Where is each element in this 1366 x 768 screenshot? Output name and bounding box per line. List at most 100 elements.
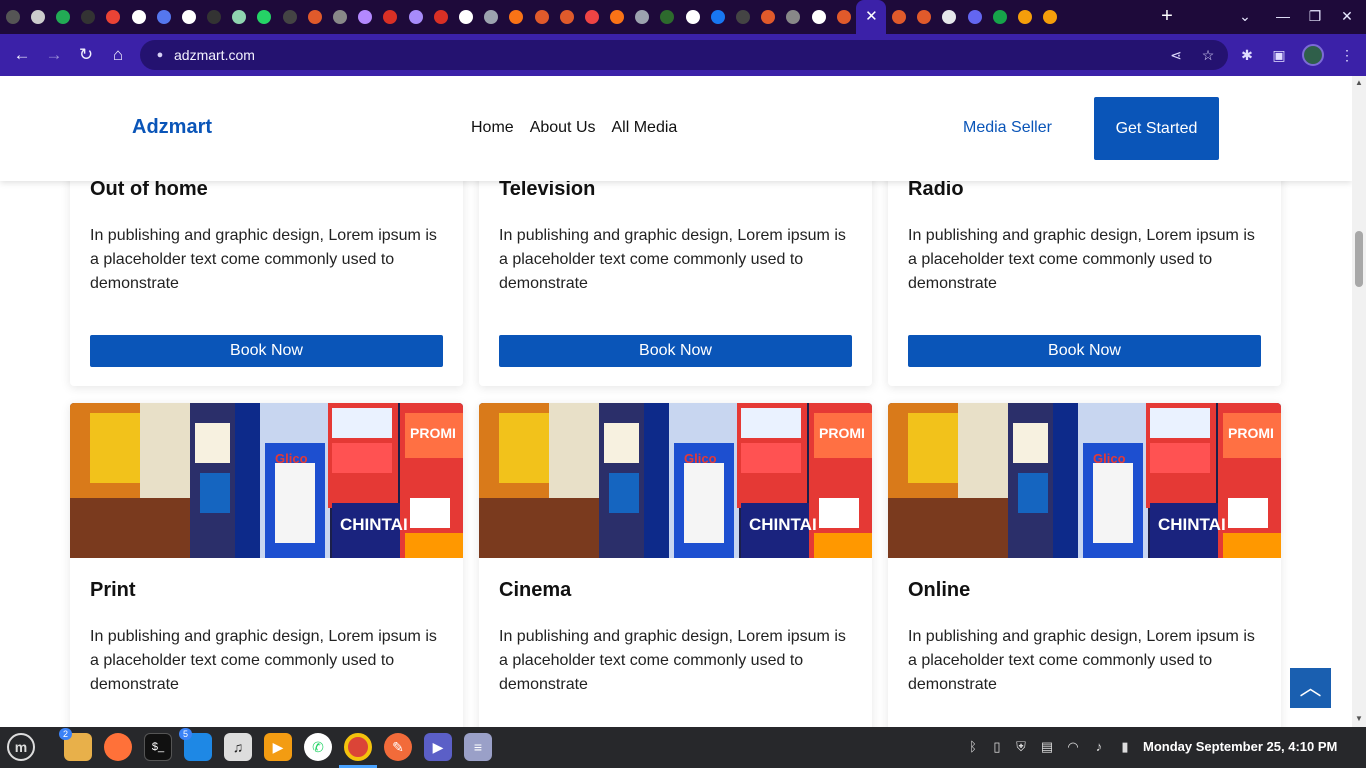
browser-tab[interactable] bbox=[655, 0, 680, 34]
browser-tab[interactable] bbox=[327, 0, 352, 34]
new-tab-button[interactable]: + bbox=[1156, 6, 1178, 28]
browser-tab[interactable] bbox=[962, 0, 987, 34]
bluetooth-icon[interactable]: ᛒ bbox=[965, 739, 981, 755]
site-info-icon[interactable]: ● bbox=[152, 47, 168, 63]
browser-tab[interactable] bbox=[479, 0, 504, 34]
vscode-icon[interactable]: 5 bbox=[179, 728, 212, 761]
browser-tab[interactable] bbox=[579, 0, 604, 34]
profile-avatar[interactable] bbox=[1302, 44, 1324, 66]
back-icon[interactable]: ← bbox=[11, 44, 33, 66]
url-text[interactable]: adzmart.com bbox=[174, 46, 255, 64]
nav-home-link[interactable]: Home bbox=[471, 119, 514, 137]
reload-icon[interactable]: ↻ bbox=[75, 44, 97, 66]
wifi-icon[interactable]: ◠ bbox=[1065, 739, 1081, 755]
browser-tab[interactable] bbox=[25, 0, 50, 34]
book-now-button[interactable]: Book Now bbox=[499, 335, 852, 367]
chrome-icon[interactable] bbox=[344, 733, 372, 761]
browser-tab[interactable] bbox=[705, 0, 730, 34]
browser-tab[interactable] bbox=[886, 0, 911, 34]
tab-favicon-icon bbox=[232, 10, 247, 24]
browser-tab[interactable] bbox=[987, 0, 1012, 34]
browser-tab[interactable] bbox=[227, 0, 252, 34]
files-icon[interactable]: 2 bbox=[59, 728, 92, 761]
music-player-icon[interactable]: ♫ bbox=[224, 733, 252, 761]
close-window-icon[interactable]: ✕ bbox=[1337, 6, 1357, 26]
browser-tab[interactable] bbox=[1038, 0, 1063, 34]
minimize-icon[interactable]: — bbox=[1273, 6, 1293, 26]
battery-icon[interactable]: ▮ bbox=[1117, 739, 1133, 755]
video-app-icon[interactable]: ▶ bbox=[424, 733, 452, 761]
page-scrollbar[interactable]: ▲ ▼ bbox=[1352, 76, 1366, 727]
browser-tab[interactable] bbox=[554, 0, 579, 34]
maximize-icon[interactable]: ❐ bbox=[1305, 6, 1325, 26]
browser-tab[interactable] bbox=[529, 0, 554, 34]
browser-tab[interactable] bbox=[76, 0, 101, 34]
browser-tab[interactable] bbox=[151, 0, 176, 34]
whatsapp-icon[interactable]: ✆ bbox=[304, 733, 332, 761]
clipboard-icon[interactable]: ▯ bbox=[989, 739, 1005, 755]
browser-tab[interactable] bbox=[428, 0, 453, 34]
book-now-button[interactable]: Book Now bbox=[908, 335, 1261, 367]
home-icon[interactable]: ⌂ bbox=[107, 44, 129, 66]
scroll-up-arrow-icon[interactable]: ▲ bbox=[1354, 78, 1364, 88]
site-logo[interactable]: Adzmart bbox=[132, 116, 212, 139]
firefox-icon[interactable] bbox=[104, 733, 132, 761]
browser-tab[interactable] bbox=[756, 0, 781, 34]
browser-tab[interactable] bbox=[378, 0, 403, 34]
browser-tab[interactable] bbox=[277, 0, 302, 34]
browser-tab[interactable] bbox=[630, 0, 655, 34]
browser-tab[interactable] bbox=[680, 0, 705, 34]
extensions-icon[interactable]: ✱ bbox=[1238, 46, 1256, 64]
shield-icon[interactable]: ⛨ bbox=[1013, 739, 1029, 755]
active-tab[interactable]: ✕ bbox=[856, 0, 887, 34]
book-now-button[interactable]: Book Now bbox=[90, 335, 443, 367]
browser-tab[interactable] bbox=[831, 0, 856, 34]
browser-tab[interactable] bbox=[912, 0, 937, 34]
forward-icon[interactable]: → bbox=[43, 44, 65, 66]
media-player-icon[interactable]: ▶ bbox=[264, 733, 292, 761]
address-bar[interactable] bbox=[140, 40, 1228, 70]
browser-tab[interactable] bbox=[806, 0, 831, 34]
nav-all-media-link[interactable]: All Media bbox=[612, 119, 678, 137]
media-seller-link[interactable]: Media Seller bbox=[963, 119, 1052, 137]
billboard-sign-text: Glico bbox=[684, 451, 717, 466]
browser-tab[interactable] bbox=[730, 0, 755, 34]
browser-tab[interactable] bbox=[605, 0, 630, 34]
browser-tab[interactable] bbox=[126, 0, 151, 34]
nav-about-link[interactable]: About Us bbox=[530, 119, 596, 137]
clock[interactable]: Monday September 25, 4:10 PM bbox=[1143, 739, 1337, 754]
browser-tab[interactable] bbox=[353, 0, 378, 34]
sound-icon[interactable]: ♪ bbox=[1091, 739, 1107, 755]
browser-tab[interactable] bbox=[0, 0, 25, 34]
terminal-icon[interactable]: $_ bbox=[144, 733, 172, 761]
browser-tab[interactable] bbox=[302, 0, 327, 34]
browser-tab[interactable] bbox=[403, 0, 428, 34]
get-started-button[interactable]: Get Started bbox=[1094, 97, 1219, 160]
scroll-down-arrow-icon[interactable]: ▼ bbox=[1354, 714, 1364, 724]
bookmark-star-icon[interactable]: ☆ bbox=[1199, 46, 1217, 64]
notes-icon[interactable]: ▤ bbox=[1039, 739, 1055, 755]
tab-favicon-icon bbox=[660, 10, 675, 24]
scroll-to-top-button[interactable]: ︿ bbox=[1290, 668, 1331, 708]
postman-icon[interactable]: ✎ bbox=[384, 733, 412, 761]
browser-tab[interactable] bbox=[252, 0, 277, 34]
tab-favicon-icon bbox=[5, 10, 20, 24]
tab-search-chevron-icon[interactable]: ⌄ bbox=[1235, 6, 1255, 26]
browser-tab[interactable] bbox=[504, 0, 529, 34]
tab-favicon-icon bbox=[891, 10, 906, 24]
scrollbar-thumb[interactable] bbox=[1355, 231, 1363, 287]
browser-tab[interactable] bbox=[50, 0, 75, 34]
side-panel-icon[interactable]: ▣ bbox=[1270, 46, 1288, 64]
browser-tab[interactable] bbox=[101, 0, 126, 34]
browser-menu-icon[interactable]: ⋮ bbox=[1338, 46, 1356, 64]
browser-tab[interactable] bbox=[202, 0, 227, 34]
share-icon[interactable]: ⋖ bbox=[1167, 46, 1185, 64]
text-editor-icon[interactable]: ≡ bbox=[464, 733, 492, 761]
browser-tab[interactable] bbox=[453, 0, 478, 34]
browser-tab[interactable] bbox=[176, 0, 201, 34]
browser-tab[interactable] bbox=[1012, 0, 1037, 34]
browser-tab[interactable] bbox=[937, 0, 962, 34]
close-tab-icon[interactable]: ✕ bbox=[864, 9, 878, 24]
mint-menu-icon[interactable]: m bbox=[7, 733, 35, 761]
browser-tab[interactable] bbox=[781, 0, 806, 34]
